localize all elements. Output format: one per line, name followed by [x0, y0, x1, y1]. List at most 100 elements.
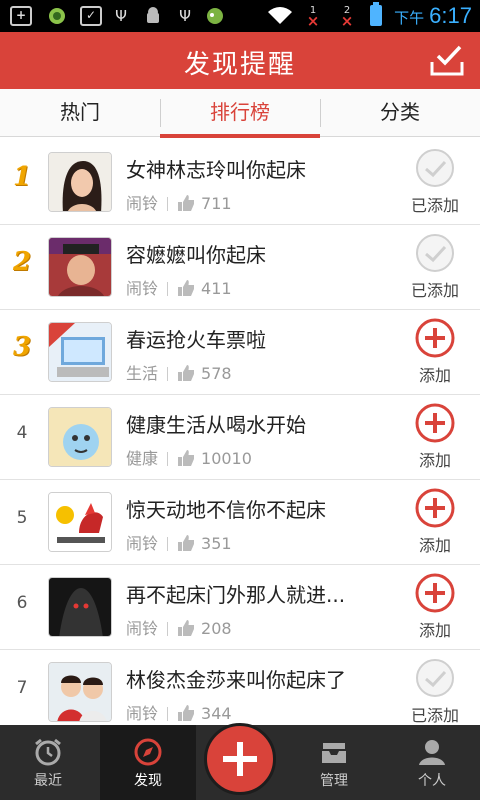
rank-number: 6 [16, 593, 28, 613]
item-thumbnail [48, 152, 112, 212]
item-thumbnail [48, 237, 112, 297]
item-thumbnail [48, 492, 112, 552]
add-button[interactable]: 添加 [400, 403, 470, 471]
action-label: 添加 [418, 451, 451, 470]
action-label: 添加 [418, 621, 451, 640]
nav-discover[interactable]: 发现 [100, 725, 196, 800]
app-icon [46, 6, 68, 26]
action-label: 添加 [418, 536, 451, 555]
item-title: 林俊杰金莎来叫你起床了 [126, 668, 346, 692]
rank-number: 5 [16, 508, 28, 528]
list-item[interactable]: 6 再不起床门外那人就进... 闹铃 208 添加 [0, 565, 480, 650]
like-count: 711 [201, 194, 232, 213]
item-category: 闹铃 [126, 619, 159, 638]
item-meta: 健康 10010 [126, 445, 252, 469]
added-check-icon [416, 234, 454, 272]
item-meta: 闹铃 208 [126, 615, 232, 639]
item-thumbnail [48, 577, 112, 637]
plus-box-icon: + [10, 6, 32, 26]
add-plus-icon [415, 573, 455, 613]
ranking-list: 1 女神林志玲叫你起床 闹铃 711 已添加 2 容嬷嬷叫你起床 闹铃 411 已添… [0, 140, 480, 725]
list-item[interactable]: 2 容嬷嬷叫你起床 闹铃 411 已添加 [0, 225, 480, 310]
added-button[interactable]: 已添加 [400, 658, 470, 725]
item-category: 闹铃 [126, 534, 159, 553]
android-icon [142, 6, 164, 26]
add-button[interactable]: 添加 [400, 318, 470, 386]
tab-category[interactable]: 分类 [320, 89, 480, 137]
item-category: 生活 [126, 364, 159, 383]
thumbs-up-icon [178, 705, 195, 721]
nav-profile-label: 个人 [418, 773, 446, 789]
add-plus-icon [415, 318, 455, 358]
nav-profile[interactable]: 个人 [384, 725, 480, 800]
added-button[interactable]: 已添加 [400, 233, 470, 301]
wifi-icon [266, 6, 294, 26]
add-plus-icon [415, 403, 455, 443]
rank-number: 2 [12, 247, 32, 277]
rank-number: 4 [16, 423, 28, 443]
add-reminder-button[interactable] [204, 723, 276, 795]
tab-hot[interactable]: 热门 [0, 89, 160, 137]
item-category: 健康 [126, 449, 159, 468]
rank-number: 1 [12, 162, 32, 192]
like-count: 411 [201, 279, 232, 298]
thumbs-up-icon [178, 365, 195, 381]
list-item[interactable]: 3 春运抢火车票啦 生活 578 添加 [0, 310, 480, 395]
item-meta: 闹铃 711 [126, 190, 232, 214]
inbox-tray-icon [322, 743, 346, 763]
like-count: 351 [201, 534, 232, 553]
tab-ranking[interactable]: 排行榜 [160, 89, 320, 138]
list-item[interactable]: 7 林俊杰金莎来叫你起床了 闹铃 344 已添加 [0, 650, 480, 725]
signal-1-indicator: 1 × [306, 5, 320, 30]
item-category: 闹铃 [126, 279, 159, 298]
status-bar: + ✓ Ψ Ψ 1 × 2 × 下午 6:17 [0, 0, 480, 32]
item-thumbnail [48, 407, 112, 467]
rank-number: 3 [12, 332, 32, 362]
action-label: 添加 [418, 366, 451, 385]
usb-icon: Ψ [115, 7, 127, 25]
action-label: 已添加 [410, 281, 459, 300]
app-icon-2 [204, 6, 226, 26]
action-label: 已添加 [410, 706, 459, 725]
item-thumbnail [48, 322, 112, 382]
tab-bar: 热门 排行榜 分类 [0, 89, 480, 138]
add-button[interactable]: 添加 [400, 573, 470, 641]
nav-recent[interactable]: 最近 [0, 725, 96, 800]
app-header: 发现提醒 [0, 32, 480, 89]
compass-icon [134, 738, 162, 766]
item-meta: 闹铃 344 [126, 700, 232, 724]
action-label: 已添加 [410, 196, 459, 215]
add-button[interactable]: 添加 [400, 488, 470, 556]
alarm-clock-icon [35, 738, 61, 766]
like-count: 344 [201, 704, 232, 723]
added-check-icon [416, 149, 454, 187]
item-thumbnail [48, 662, 112, 722]
nav-discover-label: 发现 [134, 773, 162, 789]
list-item[interactable]: 1 女神林志玲叫你起床 闹铃 711 已添加 [0, 140, 480, 225]
add-plus-icon [415, 488, 455, 528]
rank-number: 7 [16, 678, 28, 698]
like-count: 578 [201, 364, 232, 383]
check-box-icon: ✓ [80, 6, 102, 26]
list-item[interactable]: 5 惊天动地不信你不起床 闹铃 351 添加 [0, 480, 480, 565]
item-meta: 闹铃 351 [126, 530, 232, 554]
list-item[interactable]: 4 健康生活从喝水开始 健康 10010 添加 [0, 395, 480, 480]
item-category: 闹铃 [126, 704, 159, 723]
item-title: 惊天动地不信你不起床 [126, 498, 326, 522]
person-icon [419, 740, 445, 765]
thumbs-up-icon [178, 195, 195, 211]
item-title: 春运抢火车票啦 [126, 328, 266, 352]
page-title: 发现提醒 [183, 50, 296, 80]
checkmark-icon[interactable] [430, 44, 464, 76]
item-category: 闹铃 [126, 194, 159, 213]
item-meta: 闹铃 411 [126, 275, 232, 299]
added-check-icon [416, 659, 454, 697]
added-button[interactable]: 已添加 [400, 148, 470, 216]
like-count: 10010 [201, 449, 252, 468]
thumbs-up-icon [178, 450, 195, 466]
usb-debug-icon: Ψ [179, 7, 191, 25]
nav-manage[interactable]: 管理 [286, 725, 382, 800]
thumbs-up-icon [178, 620, 195, 636]
plus-icon [223, 742, 257, 776]
item-title: 再不起床门外那人就进... [126, 583, 346, 607]
